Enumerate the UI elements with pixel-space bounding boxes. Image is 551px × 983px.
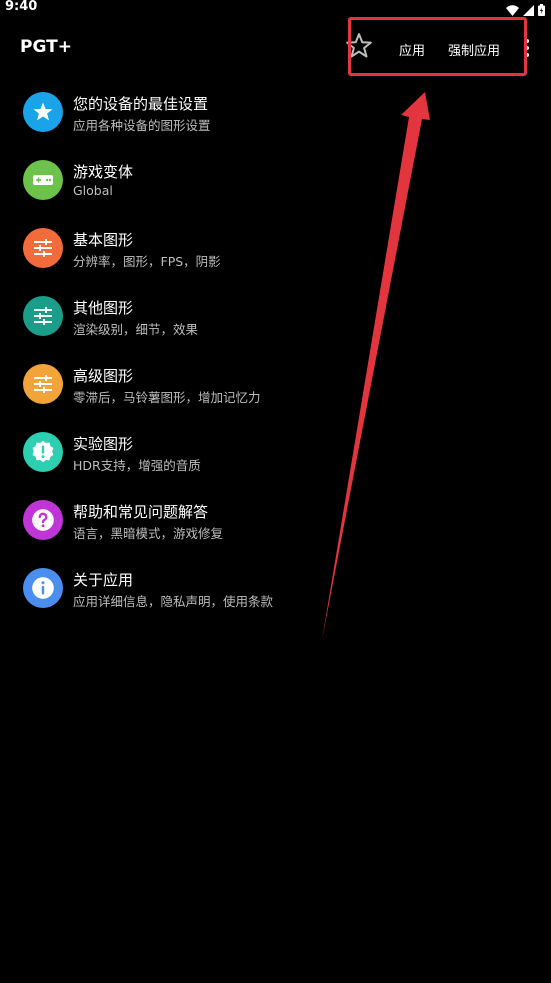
menu-item-experimental-graphics[interactable]: 实验图形 HDR支持，增强的音质 bbox=[0, 418, 551, 486]
app-title: PGT+ bbox=[20, 37, 72, 57]
menu-item-advanced-graphics[interactable]: 高级图形 零滞后，马铃薯图形，增加记忆力 bbox=[0, 350, 551, 418]
gamepad-icon bbox=[23, 160, 63, 200]
menu-item-basic-graphics[interactable]: 基本图形 分辨率，图形，FPS，阴影 bbox=[0, 214, 551, 282]
menu-item-subtitle: 渲染级别，细节，效果 bbox=[73, 322, 199, 337]
star-icon bbox=[23, 92, 63, 132]
sliders-icon bbox=[23, 296, 63, 336]
status-bar: 9:40 bbox=[0, 0, 551, 16]
menu-item-subtitle: 分辨率，图形，FPS，阴影 bbox=[73, 254, 221, 269]
menu-item-title: 基本图形 bbox=[73, 231, 134, 249]
menu-item-subtitle: 语言，黑暗模式，游戏修复 bbox=[73, 526, 224, 541]
menu-item-title: 您的设备的最佳设置 bbox=[73, 95, 209, 113]
status-time: 9:40 bbox=[5, 0, 38, 14]
menu-item-subtitle: 应用各种设备的图形设置 bbox=[73, 118, 211, 133]
menu-item-title: 高级图形 bbox=[73, 367, 134, 385]
sliders-icon bbox=[23, 228, 63, 268]
menu-item-about-app[interactable]: 关于应用 应用详细信息，隐私声明，使用条款 bbox=[0, 554, 551, 622]
help-icon bbox=[23, 500, 63, 540]
menu-item-title: 帮助和常见问题解答 bbox=[73, 503, 209, 521]
menu-item-title: 游戏变体 bbox=[73, 163, 134, 181]
battery-icon bbox=[538, 1, 545, 20]
menu-item-title: 其他图形 bbox=[73, 299, 134, 317]
annotation-highlight-box bbox=[348, 17, 527, 76]
menu-item-title: 实验图形 bbox=[73, 435, 134, 453]
menu-item-subtitle: Global bbox=[73, 183, 113, 198]
menu-item-help-faq[interactable]: 帮助和常见问题解答 语言，黑暗模式，游戏修复 bbox=[0, 486, 551, 554]
menu-item-other-graphics[interactable]: 其他图形 渲染级别，细节，效果 bbox=[0, 282, 551, 350]
menu-item-subtitle: 应用详细信息，隐私声明，使用条款 bbox=[73, 594, 274, 609]
info-icon bbox=[23, 568, 63, 608]
menu-item-best-settings[interactable]: 您的设备的最佳设置 应用各种设备的图形设置 bbox=[0, 78, 551, 146]
menu-item-title: 关于应用 bbox=[73, 571, 134, 589]
menu-item-subtitle: 零滞后，马铃薯图形，增加记忆力 bbox=[73, 390, 261, 405]
alert-badge-icon bbox=[23, 432, 63, 472]
sliders-icon bbox=[23, 364, 63, 404]
menu-item-game-variant[interactable]: 游戏变体 Global bbox=[0, 146, 551, 214]
menu-item-subtitle: HDR支持，增强的音质 bbox=[73, 458, 201, 473]
